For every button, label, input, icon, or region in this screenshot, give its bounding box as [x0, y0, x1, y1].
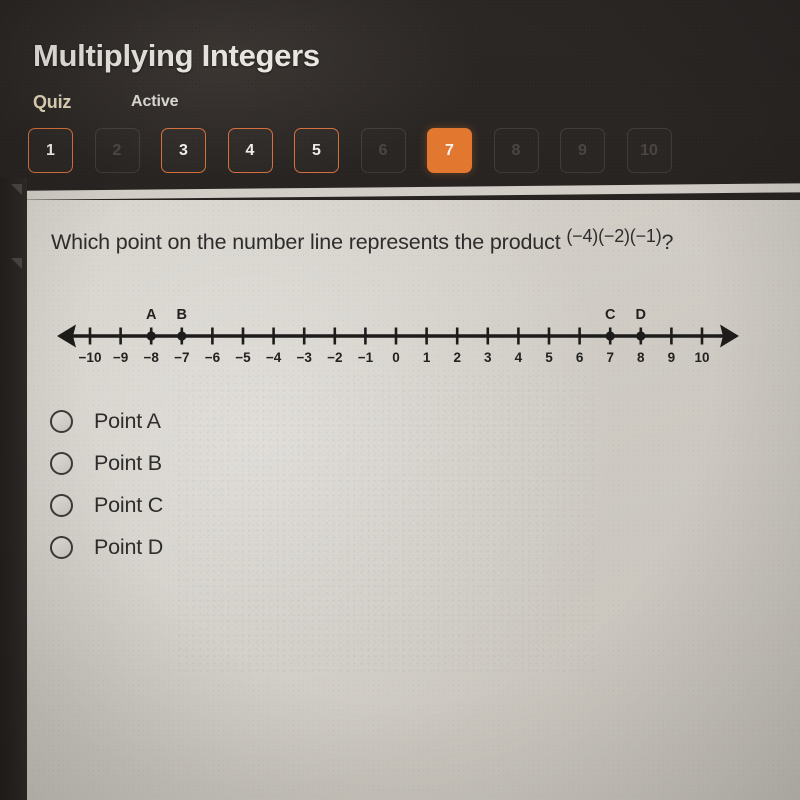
question-nav-button-label: 3: [179, 141, 188, 159]
axis-tick-label: 7: [606, 350, 614, 365]
number-line-point-label-b: B: [177, 307, 187, 323]
radio-button-icon[interactable]: [50, 535, 73, 559]
question-nav-button-5[interactable]: 5: [294, 128, 339, 173]
axis-tick-label: 4: [515, 350, 523, 365]
axis-tick-label: −6: [205, 350, 221, 365]
quiz-type-label: Quiz: [33, 92, 72, 112]
axis-tick-label: −5: [235, 350, 251, 365]
axis-tick-label: 1: [423, 350, 431, 365]
axis-tick-label: −3: [296, 350, 312, 365]
question-nav-button-label: 8: [511, 141, 521, 159]
number-line-point-label-a: A: [146, 307, 157, 323]
quiz-status-badge: Active: [131, 93, 179, 110]
number-line-point-c: [605, 331, 615, 341]
axis-tick-label: 9: [668, 350, 676, 365]
axis-tick-label: −1: [358, 350, 374, 365]
axis-tick-label: 5: [545, 350, 553, 365]
question-nav-button-6: 6: [360, 128, 406, 173]
axis-tick-label: −8: [143, 350, 159, 365]
answer-option-label: Point D: [94, 534, 164, 559]
number-line-point-label-d: D: [636, 307, 646, 323]
axis-tick-label: 2: [453, 350, 461, 365]
screenshot-root: Multiplying Integers Quiz Active 1 2 3 4 5 6 7…: [0, 0, 800, 800]
question-prompt: Which point on the number line represent…: [51, 230, 561, 254]
corner-triangle-icon: [11, 258, 22, 269]
number-line-point-b: [177, 331, 187, 341]
number-line-figure: −10 −9 −8 −7 −6 −5 −4 −3 −2 −1 0 1 2 3 4 5 6 7 8 9 10 A B C D: [0, 290, 800, 380]
answer-option-label: Point C: [94, 492, 164, 517]
axis-tick-label: 0: [392, 350, 400, 365]
number-line-point-label-c: C: [605, 307, 616, 323]
answer-option-label: Point B: [94, 450, 162, 475]
question-nav-button-label: 6: [378, 141, 388, 159]
axis-tick-label: −9: [113, 350, 128, 365]
question-nav-button-1[interactable]: 1: [28, 128, 73, 173]
answer-option-point-b[interactable]: Point B: [50, 442, 370, 484]
question-nav-button-4[interactable]: 4: [227, 128, 273, 173]
number-line-point-a: [146, 331, 156, 341]
axis-tick-label: −2: [327, 350, 342, 365]
question-nav-button-label: 2: [112, 141, 122, 159]
question-expression: (−4)(−2)(−1): [566, 226, 662, 246]
axis-tick-label: −10: [79, 350, 102, 365]
axis-tick-label: 3: [484, 350, 492, 365]
axis-tick-label: −4: [266, 350, 282, 365]
question-nav-button-label: 7: [445, 141, 454, 159]
question-nav-button-label: 5: [312, 141, 321, 159]
question-text: Which point on the number line represent…: [51, 226, 791, 255]
radio-button-icon[interactable]: [50, 409, 73, 433]
answer-options-list[interactable]: Point A Point B Point C Point D: [50, 400, 370, 568]
axis-tick-label: −7: [174, 350, 189, 365]
question-nav-button-3[interactable]: 3: [161, 128, 206, 173]
question-nav-button-2: 2: [94, 128, 140, 173]
question-nav-button-label: 1: [46, 141, 55, 159]
question-nav-button-7[interactable]: 7: [427, 128, 472, 173]
answer-option-point-d[interactable]: Point D: [50, 526, 370, 568]
axis-tick-label: 8: [637, 350, 645, 365]
question-nav-button-label: 4: [245, 141, 255, 159]
page-title: Multiplying Integers: [33, 38, 320, 73]
question-nav-button-8: 8: [493, 128, 539, 173]
question-terminator: ?: [661, 230, 674, 254]
axis-tick-label: 10: [694, 350, 709, 365]
answer-option-label: Point A: [94, 408, 161, 433]
question-nav-button-label: 9: [578, 141, 587, 159]
axis-tick-label: 6: [576, 350, 584, 365]
question-nav-button-10: 10: [626, 128, 672, 173]
number-line-point-d: [636, 331, 646, 341]
radio-button-icon[interactable]: [50, 493, 73, 517]
number-line-svg: −10 −9 −8 −7 −6 −5 −4 −3 −2 −1 0 1 2 3 4 5 6 7 8 9 10A B C D: [57, 307, 739, 365]
question-nav-button-9: 9: [560, 128, 605, 173]
radio-button-icon[interactable]: [50, 451, 73, 475]
question-nav-button-label: 10: [640, 141, 658, 159]
answer-option-point-a[interactable]: Point A: [50, 400, 370, 442]
left-margin-strip: [0, 178, 27, 800]
answer-option-point-c[interactable]: Point C: [50, 484, 370, 526]
corner-triangle-icon: [11, 184, 22, 195]
